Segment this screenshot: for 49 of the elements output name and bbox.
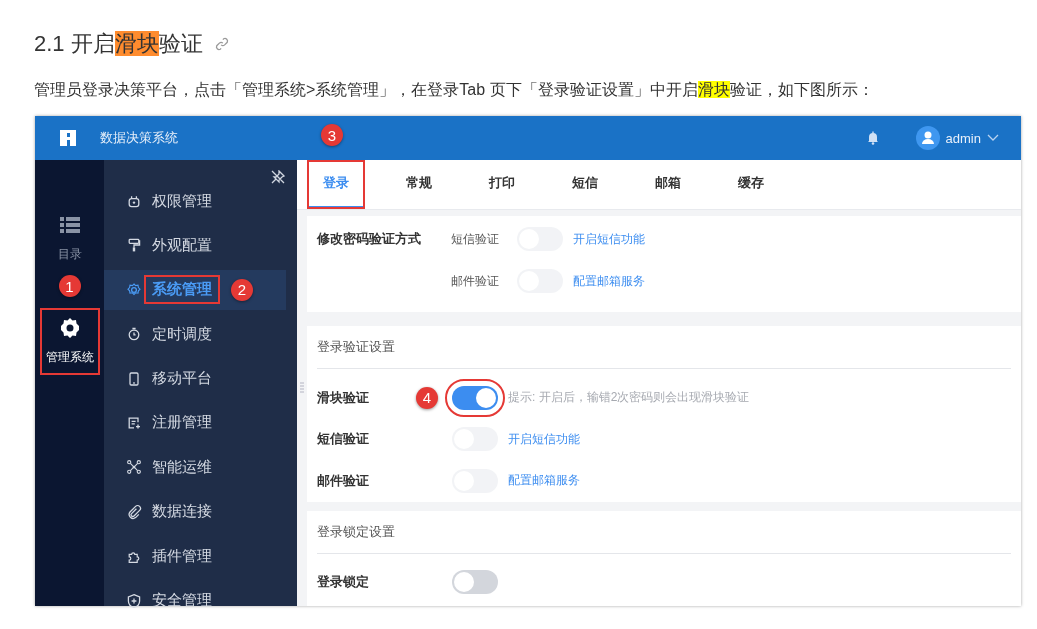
tab[interactable]: 短信 — [556, 160, 614, 209]
avatar-icon[interactable] — [915, 126, 940, 150]
setting-label: 登录锁定 — [317, 573, 369, 592]
caret-icon[interactable] — [987, 134, 999, 142]
nav-item[interactable]: 插件管理 — [104, 536, 286, 577]
toggle-switch[interactable] — [452, 570, 498, 595]
tab[interactable]: 常规 — [390, 160, 448, 209]
nodes-icon — [126, 459, 142, 476]
nav-item[interactable]: 移动平台 — [104, 358, 286, 399]
user-name[interactable]: admin — [945, 130, 981, 146]
hint-text: 提示: 开启后，输错2次密码则会出现滑块验证 — [508, 389, 750, 407]
logo-icon — [58, 127, 78, 149]
section-title: 登录锁定设置 — [317, 510, 1011, 554]
gear-icon — [58, 317, 81, 339]
section-title: 登录验证设置 — [317, 326, 1011, 369]
step-number-badge: 2 — [231, 278, 253, 301]
gear-icon — [126, 281, 142, 298]
tab[interactable]: 打印 — [473, 160, 531, 209]
tab[interactable]: 邮箱 — [639, 160, 697, 209]
link-icon[interactable] — [214, 37, 229, 51]
nav-item[interactable]: 安全管理 — [104, 580, 286, 621]
shield-icon — [126, 592, 142, 609]
setting-label: 邮件验证 — [317, 471, 369, 490]
setting-label: 修改密码验证方式 — [317, 230, 422, 248]
nav-item[interactable]: 数据连接 — [104, 491, 286, 532]
option-label: 邮件验证 — [451, 272, 500, 290]
rail-item[interactable]: 目录 — [54, 208, 85, 269]
timer-icon — [126, 326, 142, 343]
unpin-icon[interactable] — [271, 170, 285, 184]
nav-item[interactable]: 权限管理 — [104, 181, 286, 221]
paint-roller-icon — [126, 237, 142, 254]
paperclip-icon — [126, 503, 142, 520]
setting-label: 短信验证 — [317, 430, 369, 449]
drag-handle-icon[interactable] — [300, 382, 304, 394]
option-label: 短信验证 — [451, 230, 500, 248]
app-title: 数据决策系统 — [100, 129, 178, 147]
section-heading: 2.1 开启滑块验证 — [34, 30, 203, 58]
step-number-badge: 1 — [58, 275, 81, 297]
nav-item[interactable]: 注册管理 — [104, 402, 286, 443]
nav-item[interactable]: 系统管理 2 — [104, 269, 286, 310]
tab[interactable]: 缓存 — [722, 160, 780, 209]
nav-item[interactable]: 定时调度 — [104, 314, 286, 355]
list-icon — [58, 214, 81, 236]
lock-icon — [126, 193, 142, 209]
step-number-badge: 4 — [416, 386, 438, 409]
phone-icon — [126, 370, 142, 387]
nav-item[interactable]: 智能运维 — [104, 447, 286, 488]
nav-item[interactable]: 外观配置 — [104, 225, 286, 266]
setting-label: 滑块验证 — [317, 388, 369, 407]
